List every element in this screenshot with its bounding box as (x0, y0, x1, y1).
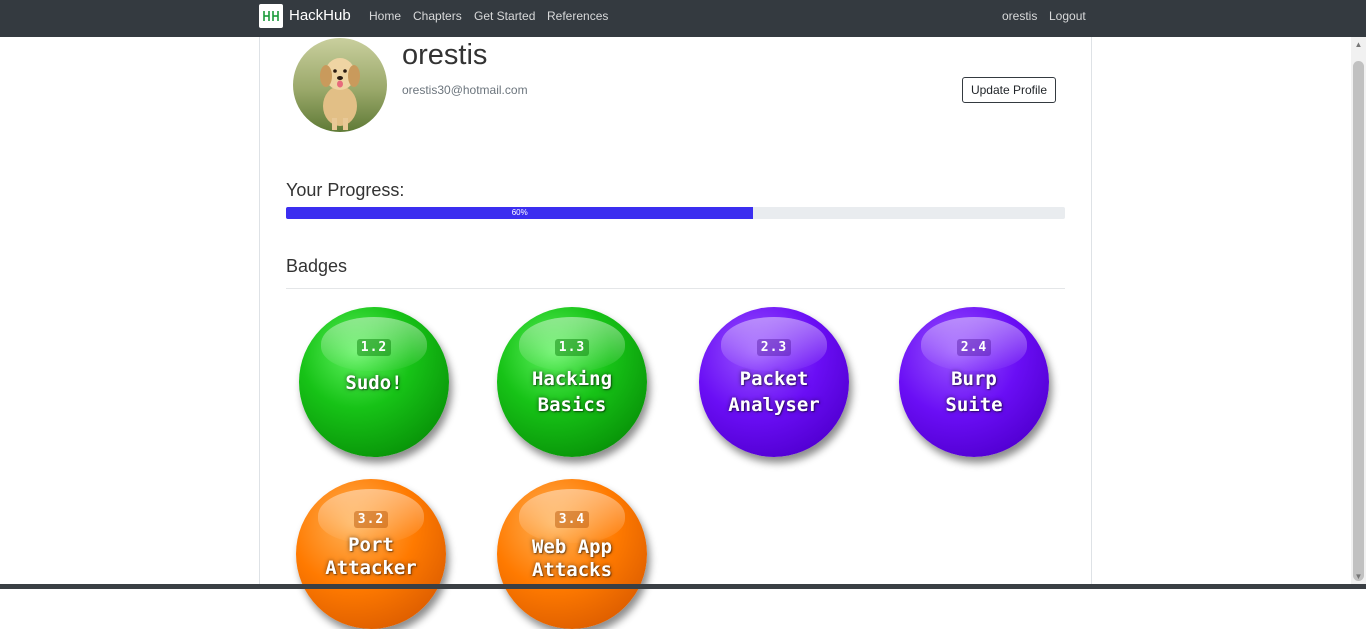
update-profile-button[interactable]: Update Profile (962, 77, 1056, 103)
badge-title: Burp Suite (945, 368, 1003, 416)
nav-link-user[interactable]: orestis (1002, 9, 1037, 23)
badge-sudo[interactable]: 1.2 Sudo! (299, 307, 449, 457)
nav-link-references[interactable]: References (547, 9, 608, 23)
nav-link-chapters[interactable]: Chapters (413, 9, 462, 23)
badge-title: Port Attacker (325, 534, 417, 579)
badge-title: Packet Analyser (728, 368, 820, 416)
badge-web-app-attacks[interactable]: 3.4 Web App Attacks (497, 479, 647, 629)
badge-number: 2.4 (956, 339, 992, 356)
scroll-up-icon[interactable]: ▲ (1351, 39, 1366, 51)
progress-heading: Your Progress: (286, 180, 405, 200)
progress-bar: 60% (286, 207, 1065, 219)
scroll-down-icon[interactable]: ▼ (1351, 571, 1366, 583)
avatar (293, 38, 387, 132)
brand-name[interactable]: HackHub (289, 7, 351, 24)
badge-number: 3.4 (554, 511, 590, 528)
nav-link-get-started[interactable]: Get Started (474, 9, 535, 23)
progress-fill: 60% (286, 207, 754, 219)
bottom-strip (0, 584, 1366, 589)
badge-number: 1.3 (554, 339, 590, 356)
divider (286, 288, 1065, 289)
badge-packet-analyser[interactable]: 2.3 Packet Analyser (699, 307, 849, 457)
badge-title: Sudo! (345, 372, 403, 394)
nav-link-logout[interactable]: Logout (1049, 9, 1086, 23)
hackhub-logo-icon[interactable] (259, 4, 283, 28)
profile-email: orestis30@hotmail.com (402, 83, 528, 97)
badge-title: Web App Attacks (531, 536, 613, 581)
profile-username: orestis (402, 39, 488, 71)
badges-heading: Badges (286, 256, 348, 276)
scroll-thumb[interactable] (1353, 61, 1364, 581)
top-navbar: HackHub Home Chapters Get Started Refere… (0, 0, 1366, 37)
badge-number: 1.2 (356, 339, 392, 356)
badge-port-attacker[interactable]: 3.2 Port Attacker (296, 479, 446, 629)
badge-title: Hacking Basics (531, 368, 613, 416)
page-scrollbar[interactable]: ▲ ▼ (1351, 37, 1366, 589)
badge-number: 2.3 (756, 339, 792, 356)
badge-number: 3.2 (353, 511, 389, 528)
badge-burp-suite[interactable]: 2.4 Burp Suite (899, 307, 1049, 457)
nav-link-home[interactable]: Home (369, 9, 401, 23)
badge-hacking-basics[interactable]: 1.3 Hacking Basics (497, 307, 647, 457)
